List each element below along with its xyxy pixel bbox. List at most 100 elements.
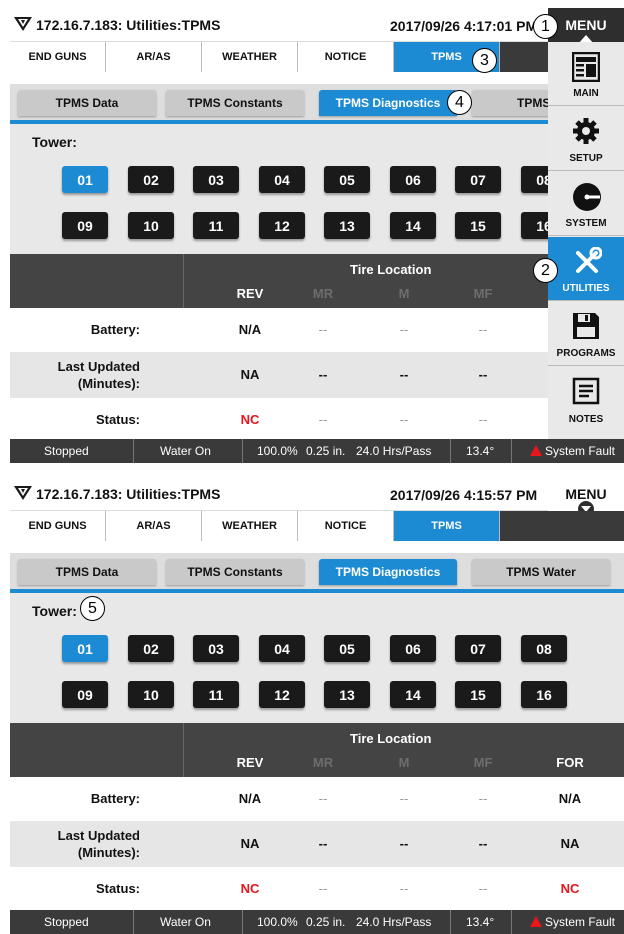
tower-button-10[interactable]: 10 — [128, 681, 174, 708]
tower-button-16[interactable]: 16 — [521, 681, 567, 708]
tower-button-07[interactable]: 07 — [455, 166, 501, 193]
tower-button-01[interactable]: 01 — [62, 635, 108, 662]
row-label: Last Updated (Minutes): — [57, 359, 140, 391]
tower-button-01[interactable]: 01 — [62, 166, 108, 193]
tower-button-12[interactable]: 12 — [259, 681, 305, 708]
menu-item-utilities[interactable]: UTILITIES — [548, 237, 624, 301]
warning-icon — [530, 916, 542, 927]
cell-rev: N/A — [238, 322, 262, 337]
tower-button-08[interactable]: 08 — [521, 635, 567, 662]
side-menu: MAIN SETUP SYSTEM UTILITIES PROGRAMS NOT… — [548, 42, 624, 439]
tab-tpms[interactable]: TPMS — [394, 511, 500, 541]
tower-button-07[interactable]: 07 — [455, 635, 501, 662]
cell-mf: -- — [478, 881, 488, 896]
callout-3: 3 — [472, 48, 497, 73]
tower-button-15[interactable]: 15 — [455, 681, 501, 708]
tab-weather[interactable]: WEATHER — [202, 511, 298, 541]
tower-button-11[interactable]: 11 — [193, 212, 239, 239]
tower-button-02[interactable]: 02 — [128, 166, 174, 193]
tower-button-10[interactable]: 10 — [128, 212, 174, 239]
tower-button-13[interactable]: 13 — [324, 681, 370, 708]
menu-button[interactable]: MENU — [548, 477, 624, 517]
tower-button-03[interactable]: 03 — [193, 166, 239, 193]
sub-tab-bar: TPMS Data TPMS Constants TPMS Diagnostic… — [10, 84, 624, 124]
tab-ar-as[interactable]: AR/AS — [106, 511, 202, 541]
cell-m: -- — [399, 412, 409, 427]
subtab-tpms-data[interactable]: TPMS Data — [18, 90, 156, 116]
tab-end-guns[interactable]: END GUNS — [10, 42, 106, 72]
status-fault[interactable]: System Fault — [530, 915, 615, 929]
tower-label: Tower: — [32, 134, 77, 150]
tower-button-03[interactable]: 03 — [193, 635, 239, 662]
subtab-tpms-constants[interactable]: TPMS Constants — [166, 559, 304, 585]
tab-notice[interactable]: NOTICE — [298, 511, 394, 541]
tower-button-05[interactable]: 05 — [324, 635, 370, 662]
tower-button-06[interactable]: 06 — [390, 166, 436, 193]
cell-m: -- — [399, 322, 409, 337]
cell-rev: NA — [240, 367, 260, 382]
callout-2: 2 — [533, 258, 558, 283]
tower-button-14[interactable]: 14 — [390, 212, 436, 239]
cell-rev: NA — [240, 836, 260, 851]
menu-item-label: NOTES — [568, 414, 604, 425]
menu-item-main[interactable]: MAIN — [548, 42, 624, 106]
tower-button-05[interactable]: 05 — [324, 166, 370, 193]
tower-button-12[interactable]: 12 — [259, 212, 305, 239]
cell-mr: -- — [318, 791, 328, 806]
tab-weather[interactable]: WEATHER — [202, 42, 298, 72]
menu-item-setup[interactable]: SETUP — [548, 107, 624, 171]
tower-button-09[interactable]: 09 — [62, 681, 108, 708]
tab-notice[interactable]: NOTICE — [298, 42, 394, 72]
cell-m: -- — [399, 791, 409, 806]
subtab-tpms-constants[interactable]: TPMS Constants — [166, 90, 304, 116]
status-bar: Stopped Water On 100.0% 0.25 in. 24.0 Hr… — [10, 439, 624, 463]
cell-m: -- — [399, 836, 409, 851]
status-fault[interactable]: System Fault — [530, 444, 615, 458]
status-angle: 13.4° — [466, 444, 495, 458]
table-row-status: Status: NC -- -- -- — [10, 398, 624, 440]
tower-button-09[interactable]: 09 — [62, 212, 108, 239]
menu-button[interactable]: MENU — [548, 8, 624, 44]
subtab-tpms-diagnostics[interactable]: TPMS Diagnostics — [319, 90, 457, 116]
tire-table: Tire Location REV MR M MF Battery: N/A -… — [10, 254, 624, 440]
table-row-battery: Battery: N/A -- -- -- — [10, 308, 624, 352]
tower-button-15[interactable]: 15 — [455, 212, 501, 239]
cell-mr: -- — [318, 412, 328, 427]
main-screen-icon — [572, 52, 600, 82]
tower-button-14[interactable]: 14 — [390, 681, 436, 708]
header-divider — [183, 723, 184, 777]
page-title: 172.16.7.183: Utilities:TPMS — [36, 17, 221, 33]
row-label: Last Updated (Minutes): — [57, 828, 140, 860]
tower-button-06[interactable]: 06 — [390, 635, 436, 662]
status-water: Water On — [160, 915, 211, 929]
clock: 2017/09/26 4:17:01 PM — [390, 18, 538, 34]
subtab-tpms-data[interactable]: TPMS Data — [18, 559, 156, 585]
row-label: Status: — [95, 412, 140, 427]
tab-end-guns[interactable]: END GUNS — [10, 511, 106, 541]
col-m: M — [398, 755, 410, 770]
tower-button-11[interactable]: 11 — [193, 681, 239, 708]
menu-item-label: UTILITIES — [562, 283, 610, 294]
menu-item-programs[interactable]: PROGRAMS — [548, 302, 624, 366]
tower-button-04[interactable]: 04 — [259, 166, 305, 193]
status-fault-label: System Fault — [545, 444, 616, 458]
tab-ar-as[interactable]: AR/AS — [106, 42, 202, 72]
tire-location-heading: Tire Location — [350, 262, 432, 277]
tower-button-13[interactable]: 13 — [324, 212, 370, 239]
tower-button-04[interactable]: 04 — [259, 635, 305, 662]
subtab-tpms-diagnostics[interactable]: TPMS Diagnostics — [319, 559, 457, 585]
status-divider — [450, 439, 451, 463]
status-divider — [450, 910, 451, 934]
status-fault-label: System Fault — [545, 915, 616, 929]
row-label: Battery: — [90, 322, 140, 337]
cell-for: NC — [560, 881, 580, 896]
menu-item-label: SYSTEM — [565, 218, 607, 229]
subtab-tpms-water[interactable]: TPMS Water — [472, 559, 610, 585]
menu-item-notes[interactable]: NOTES — [548, 367, 624, 431]
status-hours: 24.0 Hrs/Pass — [356, 444, 432, 458]
menu-label: MENU — [565, 17, 607, 33]
status-percent: 100.0% — [257, 444, 298, 458]
clock: 2017/09/26 4:15:57 PM — [390, 487, 538, 503]
tower-button-02[interactable]: 02 — [128, 635, 174, 662]
menu-item-system[interactable]: SYSTEM — [548, 172, 624, 236]
